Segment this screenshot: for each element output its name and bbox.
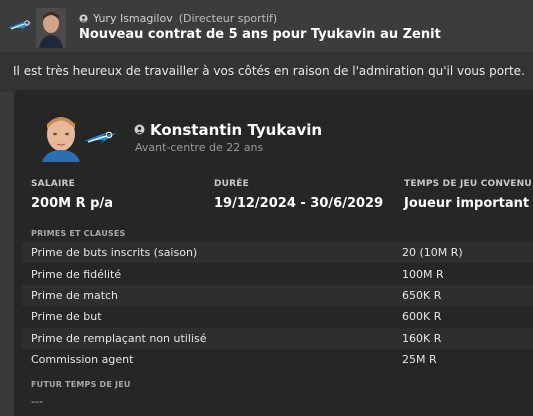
playing-time-value: Joueur important xyxy=(404,196,530,211)
player-name-text: Konstantin Tyukavin xyxy=(150,121,323,139)
bonuses-label: PRIMES ET CLAUSES xyxy=(31,229,126,238)
sender-role: (Directeur sportif) xyxy=(178,12,278,25)
player-photo[interactable] xyxy=(38,112,84,162)
person-icon xyxy=(79,14,88,23)
player-description: Avant-centre de 22 ans xyxy=(135,141,264,154)
future-playing-time-label: FUTUR TEMPS DE JEU xyxy=(31,380,131,389)
bonus-value: 600K R xyxy=(402,310,442,324)
contract-card: Konstantin Tyukavin Avant-centre de 22 a… xyxy=(14,90,533,416)
bonus-row: Prime de but 600K R xyxy=(22,306,533,327)
bonus-name: Prime de buts inscrits (saison) xyxy=(31,246,198,260)
zenit-logo-icon[interactable] xyxy=(82,126,118,150)
message-subject: Nouveau contrat de 5 ans pour Tyukavin a… xyxy=(79,27,441,42)
salary-label: SALAIRE xyxy=(31,179,75,189)
message-text: Il est très heureux de travailler à vos … xyxy=(13,64,525,78)
playing-time-label: TEMPS DE JEU CONVENU xyxy=(404,179,532,189)
bonus-value: 25M R xyxy=(402,353,437,367)
player-name[interactable]: Konstantin Tyukavin xyxy=(134,121,322,139)
bonus-name: Prime de match xyxy=(31,288,119,302)
sender-avatar[interactable] xyxy=(36,8,66,48)
bonus-name: Prime de remplaçant non utilisé xyxy=(31,331,207,345)
zenit-logo-icon[interactable] xyxy=(6,15,34,37)
bonus-value: 650K R xyxy=(402,288,442,302)
bonus-row: Prime de buts inscrits (saison) 20 (10M … xyxy=(22,242,533,264)
bonus-row: Commission agent 25M R xyxy=(22,349,533,370)
message-body: Il est très heureux de travailler à vos … xyxy=(0,52,533,92)
bonus-value: 20 (10M R) xyxy=(402,246,463,260)
bonus-row: Prime de match 650K R xyxy=(22,284,533,307)
salary-value: 200M R p/a xyxy=(31,196,113,211)
bonus-name: Commission agent xyxy=(31,353,134,367)
bonus-row: Prime de fidélité 100M R xyxy=(22,263,533,284)
person-icon xyxy=(134,124,145,135)
bonus-value: 160K R xyxy=(402,331,442,345)
future-playing-time-value: --- xyxy=(31,395,43,408)
sender-line: Yury Ismagilov (Directeur sportif) xyxy=(79,12,277,25)
bonus-row: Prime de remplaçant non utilisé 160K R xyxy=(22,327,533,349)
message-header: Yury Ismagilov (Directeur sportif) Nouvea… xyxy=(0,0,533,52)
duration-value: 19/12/2024 - 30/6/2029 xyxy=(214,196,384,211)
sender-name[interactable]: Yury Ismagilov xyxy=(93,12,173,25)
bonus-list: Prime de buts inscrits (saison) 20 (10M … xyxy=(22,242,533,370)
duration-label: DURÉE xyxy=(214,179,250,189)
bonus-name: Prime de but xyxy=(31,310,102,324)
bonus-value: 100M R xyxy=(402,267,444,281)
bonus-name: Prime de fidélité xyxy=(31,267,122,281)
